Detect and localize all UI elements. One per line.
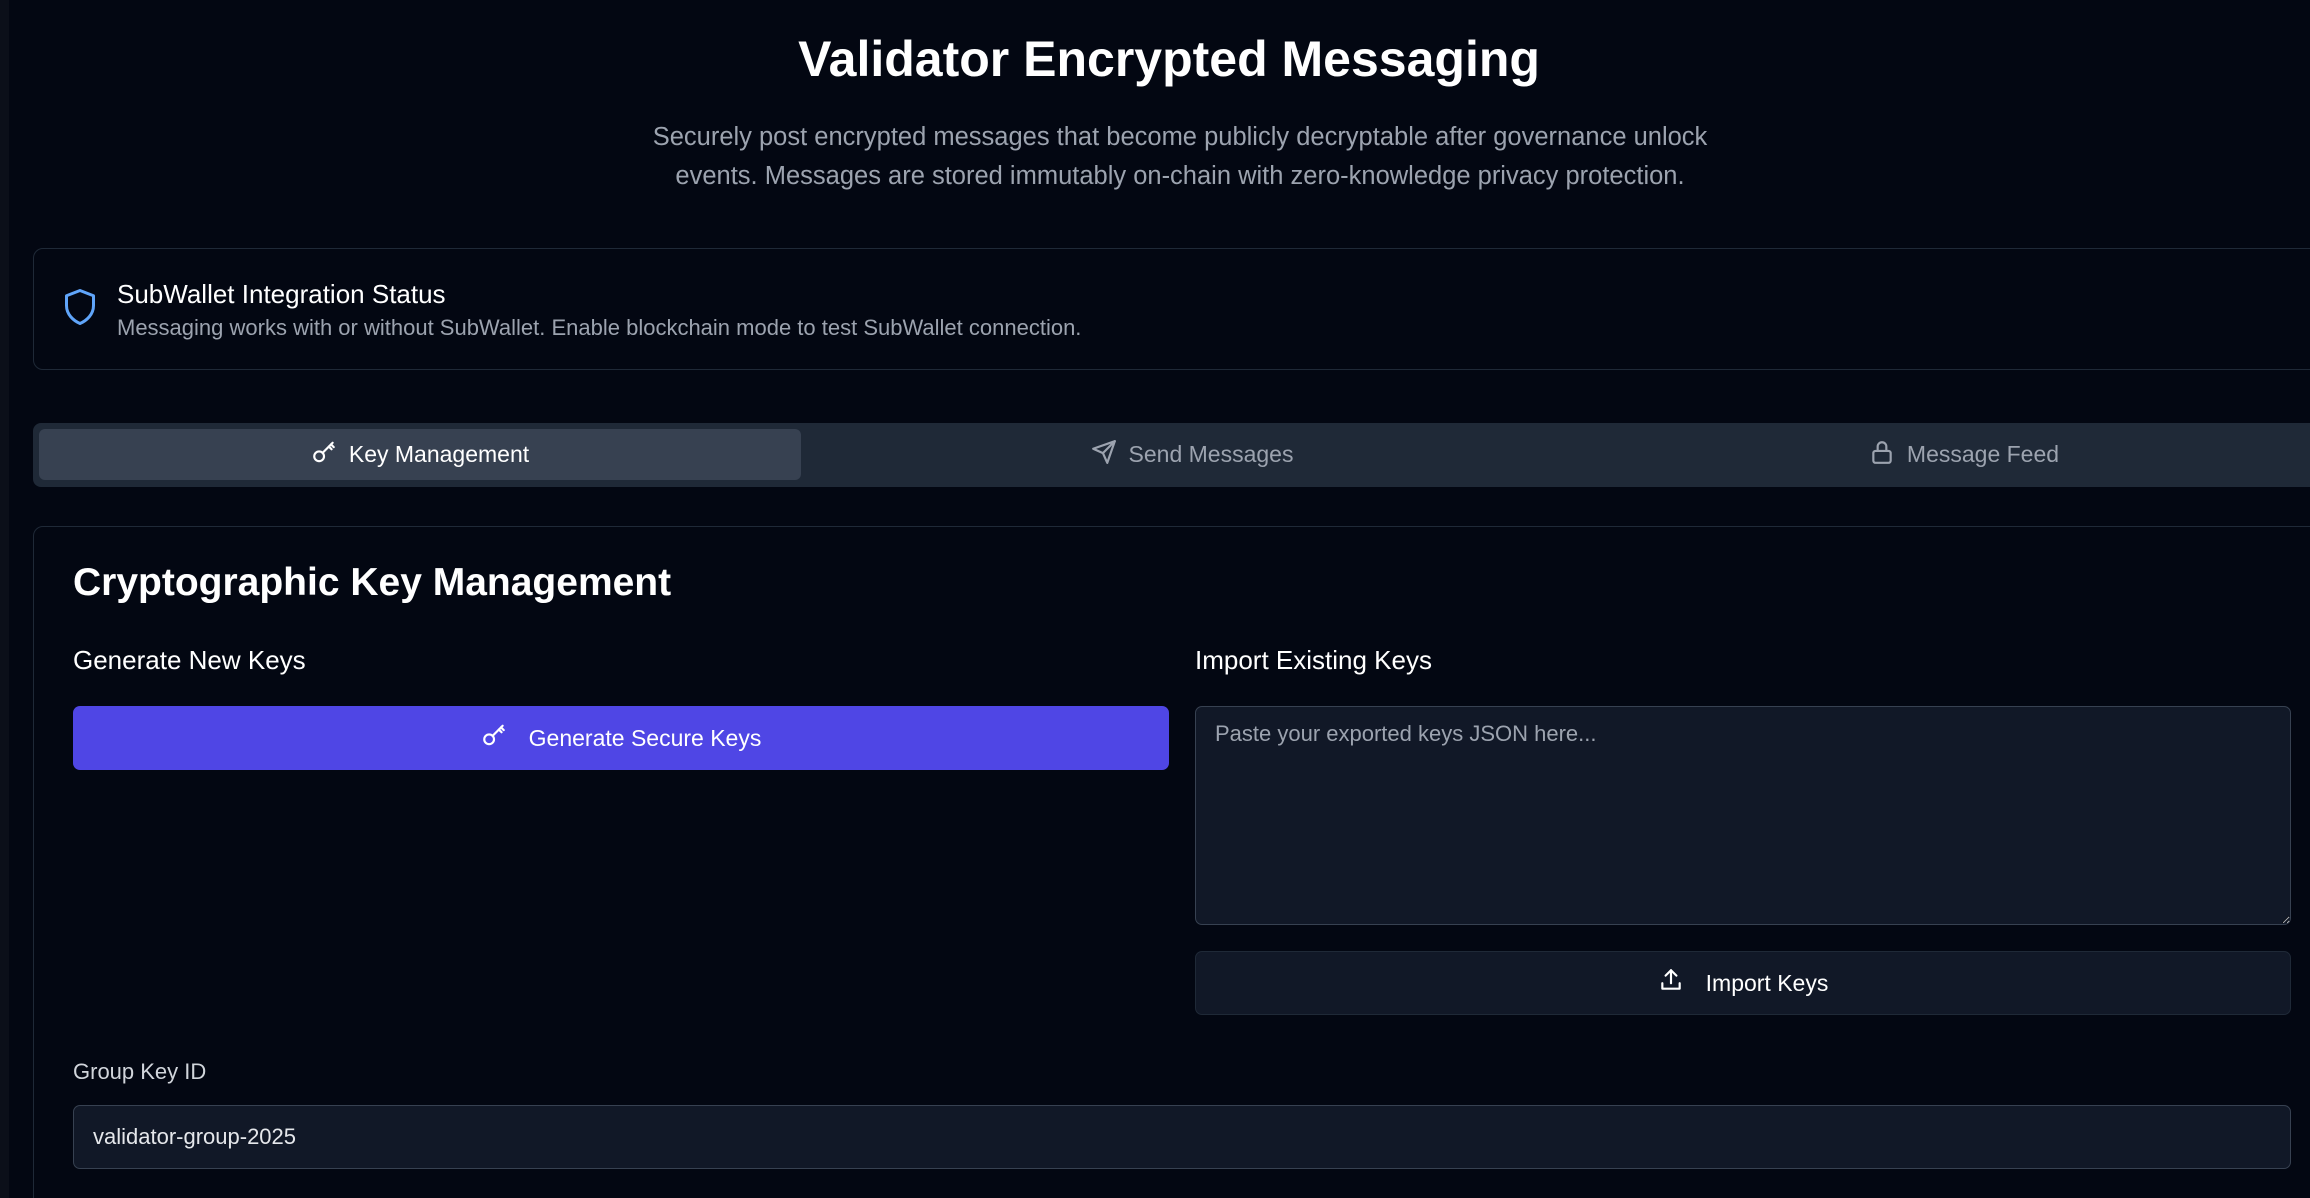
page-title: Validator Encrypted Messaging — [798, 31, 1540, 87]
generate-keys-label: Generate New Keys — [73, 645, 306, 675]
import-keys-button-label: Import Keys — [1705, 969, 1829, 996]
status-description: Messaging works with or without SubWalle… — [117, 315, 1082, 340]
status-title: SubWallet Integration Status — [117, 279, 446, 309]
lock-icon — [1869, 439, 1907, 471]
card-title: Cryptographic Key Management — [73, 561, 672, 604]
tab-key-management[interactable]: Key Management — [39, 429, 801, 480]
page-subtitle: Securely post encrypted messages that be… — [652, 123, 1708, 190]
window-edge — [0, 0, 9, 1198]
import-keys-button[interactable]: Import Keys — [1195, 951, 2291, 1015]
group-key-input[interactable] — [73, 1105, 2291, 1169]
tab-bar: Key Management Send Messages Message Fee… — [33, 423, 2310, 487]
shield-icon — [62, 287, 98, 327]
tab-label: Message Feed — [1906, 441, 2060, 467]
tab-label: Send Messages — [1128, 441, 1294, 467]
upload-icon — [1658, 967, 1706, 999]
generate-keys-button[interactable]: Generate Secure Keys — [73, 706, 1169, 770]
tab-label: Key Management — [348, 441, 530, 467]
tab-message-feed[interactable]: Message Feed — [1583, 429, 2310, 480]
key-management-card: Cryptographic Key Management Generate Ne… — [33, 526, 2310, 1198]
key-icon — [311, 439, 349, 471]
subwallet-status-card: SubWallet Integration Status Messaging w… — [33, 248, 2310, 370]
import-keys-textarea[interactable] — [1195, 706, 2291, 925]
generate-keys-button-label: Generate Secure Keys — [528, 724, 762, 751]
send-icon — [1091, 439, 1129, 471]
import-keys-label: Import Existing Keys — [1195, 645, 1432, 675]
key-icon — [481, 722, 529, 754]
app-page: Validator Encrypted Messaging Securely p… — [0, 0, 2310, 1198]
tab-send-messages[interactable]: Send Messages — [811, 429, 1573, 480]
group-key-label: Group Key ID — [73, 1059, 207, 1084]
